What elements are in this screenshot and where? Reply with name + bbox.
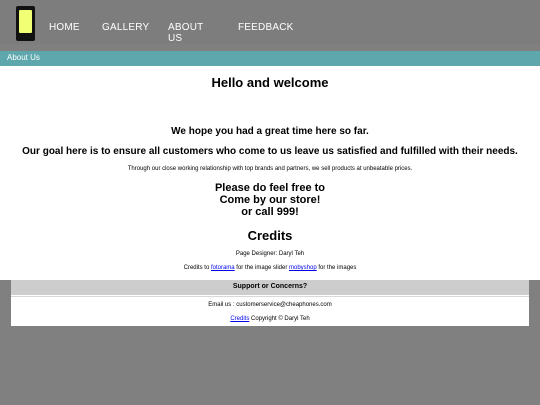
- email-line: Email us : customerservice@cheaphones.co…: [208, 302, 332, 308]
- intro-line: We hope you had a great time here so far…: [171, 126, 369, 137]
- mobyshop-link[interactable]: mobyshop: [289, 265, 317, 271]
- section-bar: About Us: [0, 51, 540, 66]
- promo-block: Please do feel free to Come by our store…: [0, 182, 540, 218]
- credits-middle: for the image slider: [234, 265, 289, 271]
- goal-line: Our goal here is to ensure all customers…: [22, 146, 518, 157]
- credits-suffix: for the images: [316, 265, 357, 271]
- copyright-line: Credits Copyright © Daryl Teh: [11, 316, 529, 322]
- footer: Support or Concerns? Email us : customer…: [11, 280, 529, 326]
- nav-gallery-link[interactable]: GALLERY: [102, 22, 149, 33]
- promo-line: Please do feel free to: [214, 182, 326, 194]
- top-nav-bar: HOME GALLERY ABOUT US FEEDBACK: [0, 0, 540, 44]
- phone-screen: [19, 10, 32, 33]
- footer-credits-link[interactable]: Credits: [230, 316, 249, 322]
- nav-about-us-link[interactable]: ABOUT US: [168, 22, 203, 44]
- support-heading: Support or Concerns?: [232, 283, 308, 290]
- credits-line: Credits to fotorama for the image slider…: [0, 265, 540, 271]
- credits-prefix: Credits to: [183, 265, 211, 271]
- copyright-text: Copyright © Daryl Teh: [249, 316, 310, 322]
- promo-line: or call 999!: [241, 206, 299, 218]
- designer-line: Page Designer: Daryl Teh: [235, 251, 305, 257]
- fotorama-link[interactable]: fotorama: [211, 265, 235, 271]
- promo-line: Come by our store!: [219, 194, 321, 206]
- footer-divider: [11, 296, 529, 297]
- nav-feedback-link[interactable]: FEEDBACK: [238, 22, 294, 33]
- main-content: Hello and welcome We hope you had a grea…: [0, 66, 540, 280]
- nav-home-link[interactable]: HOME: [49, 22, 80, 33]
- support-bar: Support or Concerns?: [11, 280, 529, 295]
- credits-heading: Credits: [247, 228, 293, 243]
- partners-line: Through our close working relationship w…: [127, 166, 413, 172]
- phone-icon[interactable]: [16, 6, 35, 41]
- welcome-heading: Hello and welcome: [211, 75, 329, 90]
- section-title: About Us: [7, 53, 40, 62]
